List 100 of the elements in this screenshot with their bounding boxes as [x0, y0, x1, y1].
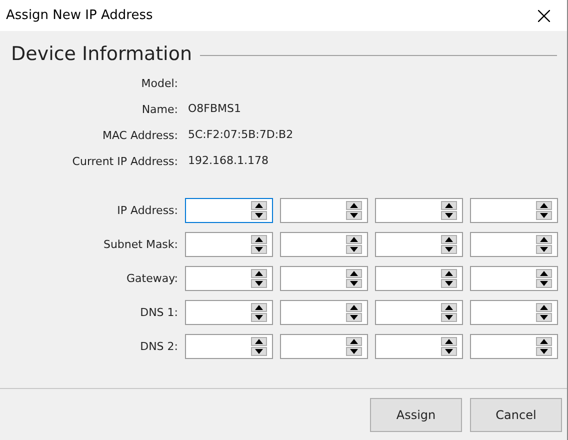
up-arrow-icon — [350, 237, 358, 242]
increment-button[interactable] — [251, 269, 267, 278]
up-arrow-icon — [540, 271, 548, 276]
decrement-button[interactable] — [441, 313, 457, 322]
up-arrow-icon — [350, 305, 358, 310]
info-label: Name: — [140, 102, 178, 116]
decrement-button[interactable] — [441, 245, 457, 254]
decrement-button[interactable] — [441, 347, 457, 356]
assign-button[interactable]: Assign — [370, 398, 462, 432]
spinner-field[interactable] — [375, 266, 463, 291]
increment-button[interactable] — [441, 235, 457, 244]
spinner-field[interactable] — [470, 266, 558, 291]
decrement-button[interactable] — [536, 211, 552, 220]
decrement-button[interactable] — [346, 279, 362, 288]
down-arrow-icon — [445, 281, 453, 286]
spinner-field[interactable] — [280, 334, 368, 359]
decrement-button[interactable] — [251, 211, 267, 220]
down-arrow-icon — [445, 247, 453, 252]
field-label: Gateway: — [126, 272, 178, 285]
decrement-button[interactable] — [251, 313, 267, 322]
decrement-button[interactable] — [441, 279, 457, 288]
spinner-field[interactable] — [185, 232, 273, 257]
up-arrow-icon — [350, 339, 358, 344]
increment-button[interactable] — [346, 269, 362, 278]
increment-button[interactable] — [536, 235, 552, 244]
decrement-button[interactable] — [536, 279, 552, 288]
up-arrow-icon — [350, 203, 358, 208]
decrement-button[interactable] — [536, 313, 552, 322]
spinner-field[interactable] — [185, 266, 273, 291]
increment-button[interactable] — [251, 337, 267, 346]
up-arrow-icon — [540, 305, 548, 310]
increment-button[interactable] — [346, 303, 362, 312]
spinner-field[interactable] — [280, 198, 368, 223]
up-arrow-icon — [350, 271, 358, 276]
increment-button[interactable] — [441, 337, 457, 346]
increment-button[interactable] — [346, 235, 362, 244]
info-value: O8FBMS1 — [188, 102, 242, 116]
increment-button[interactable] — [536, 337, 552, 346]
decrement-button[interactable] — [346, 347, 362, 356]
decrement-button[interactable] — [251, 245, 267, 254]
up-arrow-icon — [255, 339, 263, 344]
up-arrow-icon — [255, 237, 263, 242]
section-title: Device Information — [11, 43, 192, 65]
increment-button[interactable] — [251, 303, 267, 312]
decrement-button[interactable] — [536, 347, 552, 356]
cancel-button[interactable]: Cancel — [470, 398, 562, 432]
spinner-field[interactable] — [375, 232, 463, 257]
decrement-button[interactable] — [346, 211, 362, 220]
down-arrow-icon — [350, 315, 358, 320]
up-arrow-icon — [540, 237, 548, 242]
down-arrow-icon — [445, 213, 453, 218]
decrement-button[interactable] — [536, 245, 552, 254]
increment-button[interactable] — [441, 303, 457, 312]
increment-button[interactable] — [536, 269, 552, 278]
up-arrow-icon — [255, 271, 263, 276]
decrement-button[interactable] — [346, 313, 362, 322]
increment-button[interactable] — [346, 337, 362, 346]
up-arrow-icon — [445, 203, 453, 208]
spinner-field[interactable] — [470, 198, 558, 223]
increment-button[interactable] — [536, 201, 552, 210]
info-value: 192.168.1.178 — [188, 154, 270, 168]
spinner-field[interactable] — [185, 198, 273, 223]
down-arrow-icon — [255, 247, 263, 252]
decrement-button[interactable] — [251, 279, 267, 288]
down-arrow-icon — [255, 349, 263, 354]
down-arrow-icon — [445, 349, 453, 354]
down-arrow-icon — [445, 315, 453, 320]
info-label: Current IP Address: — [71, 154, 178, 168]
up-arrow-icon — [445, 305, 453, 310]
spinner-field[interactable] — [470, 300, 558, 325]
field-label: DNS 1: — [139, 306, 178, 319]
close-icon — [538, 10, 550, 22]
decrement-button[interactable] — [346, 245, 362, 254]
info-label: Model: — [140, 76, 178, 90]
increment-button[interactable] — [536, 303, 552, 312]
info-label: MAC Address: — [101, 128, 178, 142]
spinner-field[interactable] — [375, 334, 463, 359]
spinner-field[interactable] — [280, 266, 368, 291]
spinner-field[interactable] — [280, 300, 368, 325]
up-arrow-icon — [445, 339, 453, 344]
increment-button[interactable] — [251, 201, 267, 210]
increment-button[interactable] — [251, 235, 267, 244]
spinner-field[interactable] — [280, 232, 368, 257]
decrement-button[interactable] — [251, 347, 267, 356]
up-arrow-icon — [540, 339, 548, 344]
decrement-button[interactable] — [441, 211, 457, 220]
spinner-field[interactable] — [375, 198, 463, 223]
increment-button[interactable] — [441, 201, 457, 210]
increment-button[interactable] — [441, 269, 457, 278]
spinner-field[interactable] — [185, 300, 273, 325]
spinner-field[interactable] — [470, 334, 558, 359]
spinner-field[interactable] — [185, 334, 273, 359]
field-label: IP Address: — [116, 204, 178, 217]
spinner-field[interactable] — [375, 300, 463, 325]
increment-button[interactable] — [346, 201, 362, 210]
spinner-field[interactable] — [470, 232, 558, 257]
info-value: 5C:F2:07:5B:7D:B2 — [188, 128, 294, 142]
up-arrow-icon — [255, 203, 263, 208]
up-arrow-icon — [445, 271, 453, 276]
down-arrow-icon — [255, 281, 263, 286]
